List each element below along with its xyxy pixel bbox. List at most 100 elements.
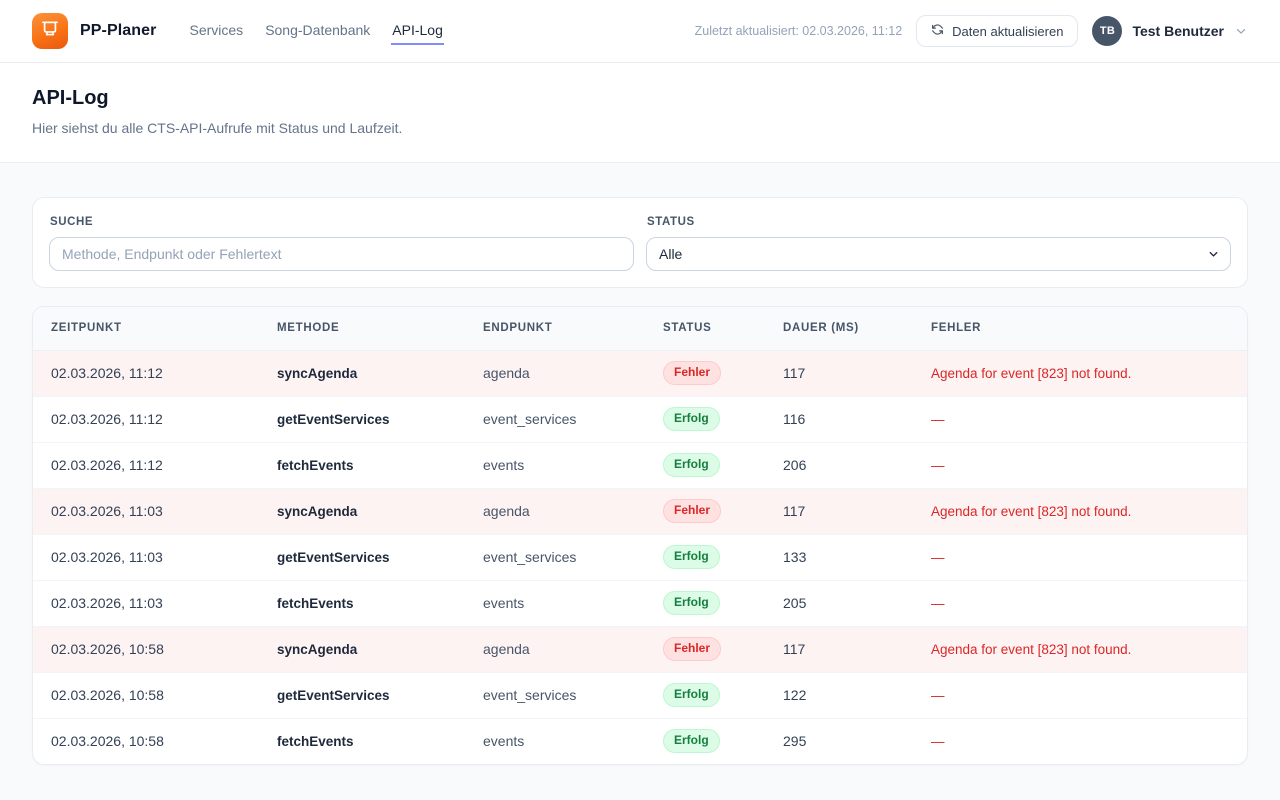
cell-dauer: 205 bbox=[765, 580, 913, 626]
cell-endpunkt: agenda bbox=[465, 350, 645, 396]
table-row: 02.03.2026, 11:03 syncAgenda agenda Fehl… bbox=[33, 488, 1247, 534]
cell-fehler: — bbox=[913, 672, 1247, 718]
cell-methode: fetchEvents bbox=[259, 580, 465, 626]
cell-endpunkt: agenda bbox=[465, 626, 645, 672]
cell-methode: fetchEvents bbox=[259, 718, 465, 764]
cell-zeitpunkt: 02.03.2026, 11:12 bbox=[33, 396, 259, 442]
cell-endpunkt: event_services bbox=[465, 396, 645, 442]
search-input[interactable] bbox=[49, 237, 634, 271]
page-title: API-Log bbox=[32, 87, 1248, 110]
avatar: TB bbox=[1092, 16, 1122, 46]
table-row: 02.03.2026, 10:58 getEventServices event… bbox=[33, 672, 1247, 718]
cell-zeitpunkt: 02.03.2026, 11:03 bbox=[33, 534, 259, 580]
page-subtitle: Hier siehst du alle CTS-API-Aufrufe mit … bbox=[32, 120, 1248, 136]
main-nav: Services Song-Datenbank API-Log bbox=[189, 0, 444, 62]
cell-zeitpunkt: 02.03.2026, 11:12 bbox=[33, 442, 259, 488]
cell-dauer: 117 bbox=[765, 350, 913, 396]
cell-dauer: 117 bbox=[765, 488, 913, 534]
nav-item-services[interactable]: Services bbox=[189, 18, 245, 45]
column-header: ENDPUNKT bbox=[465, 307, 645, 350]
cell-dauer: 133 bbox=[765, 534, 913, 580]
page-head: API-Log Hier siehst du alle CTS-API-Aufr… bbox=[0, 63, 1280, 163]
cell-dauer: 206 bbox=[765, 442, 913, 488]
status-badge: Fehler bbox=[663, 499, 721, 523]
cell-methode: syncAgenda bbox=[259, 350, 465, 396]
table-header-row: ZEITPUNKTMETHODEENDPUNKTSTATUSDAUER (MS)… bbox=[33, 307, 1247, 350]
table-body: 02.03.2026, 11:12 syncAgenda agenda Fehl… bbox=[33, 350, 1247, 764]
table-row: 02.03.2026, 10:58 syncAgenda agenda Fehl… bbox=[33, 626, 1247, 672]
cell-fehler: — bbox=[913, 534, 1247, 580]
cell-zeitpunkt: 02.03.2026, 11:12 bbox=[33, 350, 259, 396]
table-row: 02.03.2026, 11:03 fetchEvents events Erf… bbox=[33, 580, 1247, 626]
cell-status: Fehler bbox=[645, 488, 765, 534]
cell-status: Erfolg bbox=[645, 580, 765, 626]
cell-status: Fehler bbox=[645, 626, 765, 672]
brand-name: PP-Planer bbox=[80, 22, 157, 40]
status-badge: Erfolg bbox=[663, 453, 720, 477]
user-name: Test Benutzer bbox=[1132, 23, 1224, 39]
cell-methode: fetchEvents bbox=[259, 442, 465, 488]
cell-fehler: — bbox=[913, 442, 1247, 488]
cell-methode: getEventServices bbox=[259, 672, 465, 718]
api-log-table-card: ZEITPUNKTMETHODEENDPUNKTSTATUSDAUER (MS)… bbox=[32, 306, 1248, 765]
cell-dauer: 116 bbox=[765, 396, 913, 442]
table-row: 02.03.2026, 10:58 fetchEvents events Erf… bbox=[33, 718, 1247, 764]
cell-fehler: Agenda for event [823] not found. bbox=[913, 626, 1247, 672]
cell-endpunkt: events bbox=[465, 580, 645, 626]
chevron-down-icon bbox=[1234, 24, 1248, 38]
cell-fehler: Agenda for event [823] not found. bbox=[913, 488, 1247, 534]
main-content: SUCHE STATUS Alle bbox=[0, 163, 1280, 797]
table-row: 02.03.2026, 11:12 fetchEvents events Erf… bbox=[33, 442, 1247, 488]
nav-item-api-log[interactable]: API-Log bbox=[391, 18, 444, 45]
table-row: 02.03.2026, 11:12 getEventServices event… bbox=[33, 396, 1247, 442]
cell-endpunkt: agenda bbox=[465, 488, 645, 534]
presentation-screen-icon bbox=[40, 19, 60, 44]
cell-fehler: — bbox=[913, 396, 1247, 442]
refresh-data-button[interactable]: Daten aktualisieren bbox=[916, 15, 1078, 47]
status-badge: Fehler bbox=[663, 637, 721, 661]
brand: PP-Planer bbox=[32, 13, 157, 49]
cell-zeitpunkt: 02.03.2026, 10:58 bbox=[33, 626, 259, 672]
status-badge: Erfolg bbox=[663, 545, 720, 569]
cell-endpunkt: event_services bbox=[465, 672, 645, 718]
cell-endpunkt: events bbox=[465, 442, 645, 488]
nav-item-song-datenbank[interactable]: Song-Datenbank bbox=[264, 18, 371, 45]
status-badge: Erfolg bbox=[663, 683, 720, 707]
cell-zeitpunkt: 02.03.2026, 10:58 bbox=[33, 718, 259, 764]
status-select[interactable]: Alle bbox=[646, 237, 1231, 271]
status-badge: Erfolg bbox=[663, 407, 720, 431]
status-label: STATUS bbox=[647, 216, 1231, 228]
cell-status: Erfolg bbox=[645, 396, 765, 442]
cell-status: Fehler bbox=[645, 350, 765, 396]
refresh-icon bbox=[931, 23, 944, 39]
table-row: 02.03.2026, 11:12 syncAgenda agenda Fehl… bbox=[33, 350, 1247, 396]
column-header: METHODE bbox=[259, 307, 465, 350]
cell-methode: syncAgenda bbox=[259, 626, 465, 672]
status-badge: Fehler bbox=[663, 361, 721, 385]
column-header: ZEITPUNKT bbox=[33, 307, 259, 350]
search-field: SUCHE bbox=[49, 214, 634, 271]
cell-fehler: — bbox=[913, 718, 1247, 764]
cell-zeitpunkt: 02.03.2026, 11:03 bbox=[33, 580, 259, 626]
api-log-table: ZEITPUNKTMETHODEENDPUNKTSTATUSDAUER (MS)… bbox=[33, 307, 1247, 764]
column-header: FEHLER bbox=[913, 307, 1247, 350]
topbar: PP-Planer ServicesSong-DatenbankAPI-Log … bbox=[0, 0, 1280, 63]
filter-card: SUCHE STATUS Alle bbox=[32, 197, 1248, 288]
search-label: SUCHE bbox=[50, 216, 634, 228]
status-field: STATUS Alle bbox=[646, 214, 1231, 271]
cell-methode: syncAgenda bbox=[259, 488, 465, 534]
column-header: DAUER (MS) bbox=[765, 307, 913, 350]
cell-fehler: Agenda for event [823] not found. bbox=[913, 350, 1247, 396]
cell-dauer: 295 bbox=[765, 718, 913, 764]
cell-methode: getEventServices bbox=[259, 534, 465, 580]
cell-endpunkt: event_services bbox=[465, 534, 645, 580]
app-logo bbox=[32, 13, 68, 49]
cell-dauer: 117 bbox=[765, 626, 913, 672]
status-badge: Erfolg bbox=[663, 591, 720, 615]
cell-status: Erfolg bbox=[645, 672, 765, 718]
cell-status: Erfolg bbox=[645, 534, 765, 580]
cell-methode: getEventServices bbox=[259, 396, 465, 442]
cell-status: Erfolg bbox=[645, 442, 765, 488]
table-row: 02.03.2026, 11:03 getEventServices event… bbox=[33, 534, 1247, 580]
user-menu[interactable]: TB Test Benutzer bbox=[1092, 16, 1248, 46]
